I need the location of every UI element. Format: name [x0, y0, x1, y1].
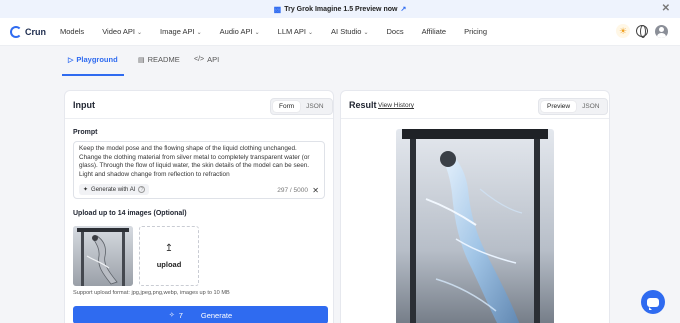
tab-api[interactable]: </> API	[194, 55, 219, 64]
nav-image-api[interactable]: Image API ⌄	[160, 27, 202, 36]
divider	[341, 118, 609, 119]
nav-llm-api[interactable]: LLM API ⌄	[278, 27, 313, 36]
sparkle-icon: ✦	[83, 187, 89, 193]
chevron-down-icon: ⌄	[363, 30, 369, 36]
json-toggle[interactable]: JSON	[300, 101, 329, 112]
char-counter: 297 / 5000	[277, 187, 308, 194]
generate-button[interactable]: ✧ 7 Generate	[73, 306, 328, 323]
language-globe-icon[interactable]	[636, 25, 648, 38]
top-nav: Crun Models Video API ⌄ Image API ⌄ Audio …	[0, 18, 680, 46]
nav-models[interactable]: Models	[60, 27, 84, 36]
nav-actions: ☀	[616, 24, 668, 38]
external-link-icon: ↗	[400, 6, 407, 13]
help-icon[interactable]: ?	[138, 186, 146, 193]
prompt-label: Prompt	[73, 129, 98, 136]
nav-video-api[interactable]: Video API ⌄	[102, 27, 142, 36]
banner-text[interactable]: Try Grok Imagine 1.5 Preview now	[284, 6, 397, 13]
credits-sparkle-icon: ✧	[168, 312, 175, 319]
play-icon: ▷	[68, 56, 74, 64]
result-json-toggle[interactable]: JSON	[576, 101, 605, 112]
prompt-text[interactable]: Keep the model pose and the flowing shap…	[79, 145, 319, 179]
form-toggle[interactable]: Form	[273, 101, 301, 112]
chat-bubble-icon	[647, 297, 659, 310]
credit-cost: ✧ 7	[168, 310, 183, 320]
divider	[65, 118, 333, 119]
nav-docs[interactable]: Docs	[387, 27, 404, 36]
tab-readme[interactable]: ▤ README	[138, 55, 180, 64]
uploaded-image-thumbnail[interactable]	[73, 226, 133, 286]
input-mode-toggle: Form JSON	[270, 98, 333, 115]
upload-format-note: Support upload format: jpg,jpeg,png,webp…	[73, 290, 230, 296]
nav-pricing[interactable]: Pricing	[464, 27, 487, 36]
chevron-down-icon: ⌄	[196, 30, 202, 36]
user-avatar-icon[interactable]	[655, 24, 668, 38]
chat-support-button[interactable]	[641, 290, 665, 314]
view-history-link[interactable]: View History	[378, 102, 414, 109]
prompt-textarea[interactable]: Keep the model pose and the flowing shap…	[73, 141, 325, 199]
result-panel: Result View History Preview JSON	[340, 90, 610, 323]
page-tabs: ▷ Playground ▤ README </> API	[0, 46, 680, 76]
upload-text: upload	[156, 260, 182, 269]
preview-toggle[interactable]: Preview	[541, 101, 577, 112]
result-image[interactable]	[396, 129, 554, 323]
chevron-down-icon: ⌄	[308, 30, 314, 36]
nav-ai-studio[interactable]: AI Studio ⌄	[331, 27, 368, 36]
input-title: Input	[73, 100, 95, 110]
tab-playground[interactable]: ▷ Playground	[68, 55, 118, 64]
result-title: Result	[349, 100, 377, 110]
result-mode-toggle: Preview JSON	[538, 98, 609, 115]
upload-label: Upload up to 14 images (Optional)	[73, 210, 187, 217]
generate-with-ai-button[interactable]: ✦ Generate with AI ?	[79, 184, 150, 195]
logo-icon	[10, 25, 22, 38]
chevron-down-icon: ⌄	[137, 30, 143, 36]
promo-banner[interactable]: ▩ Try Grok Imagine 1.5 Preview now ↗ ✕	[0, 0, 680, 18]
close-icon[interactable]: ✕	[662, 3, 670, 14]
clear-icon[interactable]: ✕	[312, 186, 319, 195]
document-icon: ▤	[138, 56, 145, 64]
upload-icon: ↥	[164, 243, 174, 254]
logo[interactable]: Crun	[10, 25, 46, 38]
generate-label: Generate	[200, 310, 233, 320]
code-icon: </>	[194, 56, 205, 63]
main-menu: Models Video API ⌄ Image API ⌄ Audio API ⌄ …	[60, 27, 505, 36]
active-tab-indicator	[62, 74, 124, 76]
gift-icon: ▩	[273, 4, 282, 14]
brand-name: Crun	[25, 26, 46, 37]
input-panel: Input Form JSON Prompt Keep the model po…	[64, 90, 334, 323]
chevron-down-icon: ⌄	[254, 30, 260, 36]
nav-audio-api[interactable]: Audio API ⌄	[220, 27, 260, 36]
upload-dropzone[interactable]: ↥ upload	[139, 226, 199, 286]
theme-toggle-sun-icon[interactable]: ☀	[616, 24, 630, 38]
nav-affiliate[interactable]: Affiliate	[422, 27, 446, 36]
